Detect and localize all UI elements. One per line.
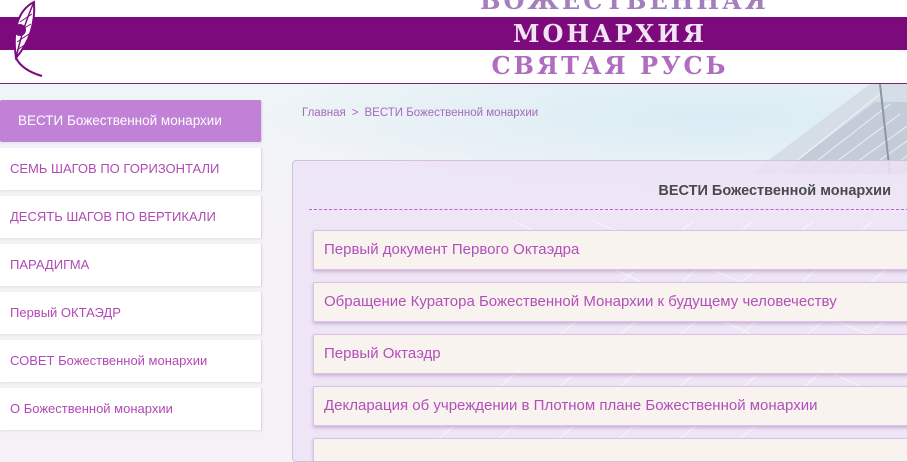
article-link[interactable]: Первый Октаэдр: [313, 334, 907, 374]
article-link[interactable]: Первый документ Первого Октаэдра: [313, 230, 907, 270]
page-title: ВЕСТИ Божественной монархии: [658, 183, 891, 199]
sidebar-item-first-octahedron[interactable]: Первый ОКТАЭДР: [0, 292, 262, 334]
sidebar-item-about[interactable]: О Божественной монархии: [0, 388, 262, 430]
sidebar-item-seven-steps[interactable]: СЕМЬ ШАГОВ ПО ГОРИЗОНТАЛИ: [0, 148, 262, 190]
site-title-line-1: БОЖЕСТВЕННАЯ: [480, 0, 769, 15]
breadcrumb-current: ВЕСТИ Божественной монархии: [364, 107, 539, 119]
sidebar-item-council[interactable]: СОВЕТ Божественной монархии: [0, 340, 262, 382]
title-divider: [309, 209, 907, 210]
breadcrumb-home-link[interactable]: Главная: [302, 107, 346, 119]
article-link[interactable]: [313, 438, 907, 461]
site-title-line-2: МОНАРХИЯ: [512, 19, 708, 48]
sidebar-nav: ВЕСТИ Божественной монархии СЕМЬ ШАГОВ П…: [0, 100, 262, 436]
article-link[interactable]: Декларация об учреждении в Плотном плане…: [313, 386, 907, 426]
sidebar-item-paradigm[interactable]: ПАРАДИГМА: [0, 244, 262, 286]
sidebar-item-vesti[interactable]: ВЕСТИ Божественной монархии: [0, 100, 262, 142]
article-link[interactable]: Обращение Куратора Божественной Монархии…: [313, 282, 907, 322]
site-header: БОЖЕСТВЕННАЯ МОНАРХИЯ СВЯТАЯ РУСЬ: [0, 0, 907, 84]
breadcrumb-separator: >: [351, 107, 359, 119]
site-title-line-3: СВЯТАЯ РУСЬ: [491, 51, 729, 80]
breadcrumb: Главная > ВЕСТИ Божественной монархии: [302, 107, 538, 119]
sidebar-item-ten-steps[interactable]: ДЕСЯТЬ ШАГОВ ПО ВЕРТИКАЛИ: [0, 196, 262, 238]
header-band: [0, 17, 907, 50]
content-panel: ВЕСТИ Божественной монархии Первый докум…: [292, 160, 907, 462]
feather-logo-icon[interactable]: [4, 0, 50, 80]
